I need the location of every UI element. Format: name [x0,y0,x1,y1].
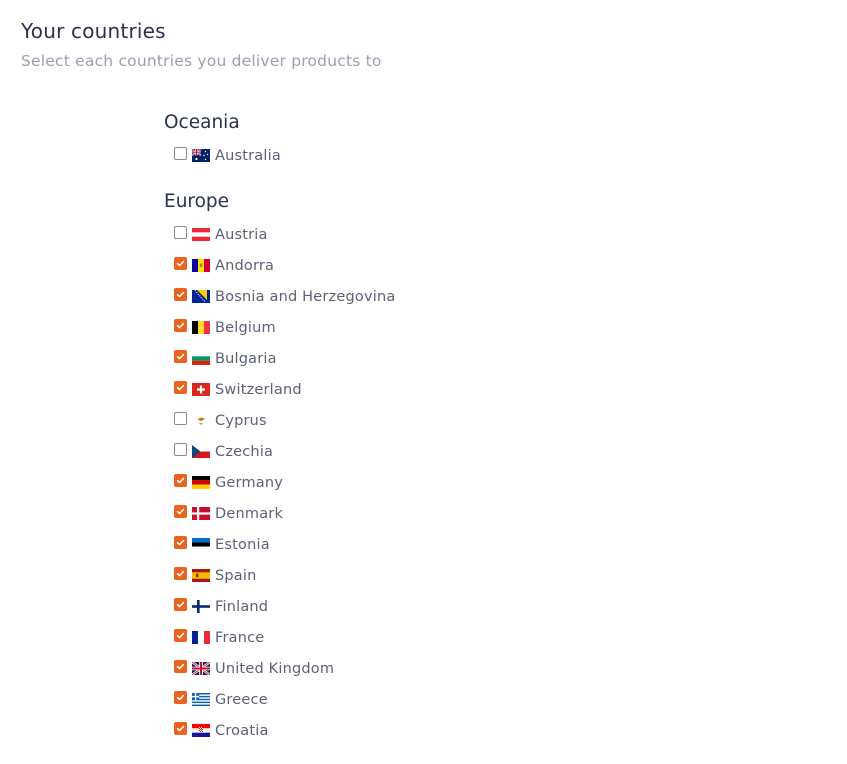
country-label: Bulgaria [215,350,277,367]
croatia-flag-icon [192,724,210,737]
country-option-united-kingdom[interactable]: United Kingdom [174,653,764,684]
country-option-denmark[interactable]: Denmark [174,498,764,529]
country-checkbox[interactable] [174,257,187,270]
country-option-croatia[interactable]: Croatia [174,715,764,746]
country-option-finland[interactable]: Finland [174,591,764,622]
checkmark-icon [176,632,185,639]
checkmark-icon [176,260,185,267]
belgium-flag-icon [192,321,210,334]
country-checkbox[interactable] [174,381,187,394]
page-header: Your countries Select each countries you… [21,19,382,70]
page-subtitle: Select each countries you deliver produc… [21,52,382,70]
country-label: Andorra [215,257,275,274]
country-label: Croatia [215,722,269,739]
bosnia-flag-icon [192,290,210,303]
country-label: Belgium [215,319,276,336]
country-checkbox[interactable] [174,505,187,518]
country-label: Estonia [215,536,270,553]
checkmark-icon [176,291,185,298]
country-label: Austria [215,226,268,243]
checkmark-icon [176,508,185,515]
denmark-flag-icon [192,507,210,520]
country-label: Switzerland [215,381,302,398]
australia-flag-icon [192,149,210,162]
country-option-france[interactable]: France [174,622,764,653]
region-list: Oceania Australia Europe Austria Andorra Bosn… [164,110,764,764]
bulgaria-flag-icon [192,352,210,365]
checkmark-icon [176,663,185,670]
country-option-spain[interactable]: Spain [174,560,764,591]
country-checkbox[interactable] [174,536,187,549]
cyprus-flag-icon [192,414,210,427]
country-option-switzerland[interactable]: Switzerland [174,374,764,405]
country-checkbox[interactable] [174,412,187,425]
region-europe: Europe Austria Andorra Bosnia and Herzegovi… [164,189,764,746]
country-list: Australia [164,140,764,171]
country-option-cyprus[interactable]: Cyprus [174,405,764,436]
checkmark-icon [176,322,185,329]
country-checkbox[interactable] [174,691,187,704]
switzerland-flag-icon [192,383,210,396]
checkmark-icon [176,694,185,701]
country-option-andorra[interactable]: Andorra [174,250,764,281]
country-label: Bosnia and Herzegovina [215,288,396,305]
country-checkbox[interactable] [174,474,187,487]
germany-flag-icon [192,476,210,489]
country-checkbox[interactable] [174,226,187,239]
country-label: United Kingdom [215,660,335,677]
czechia-flag-icon [192,445,210,458]
france-flag-icon [192,631,210,644]
country-checkbox[interactable] [174,629,187,642]
country-label: Greece [215,691,268,708]
greece-flag-icon [192,693,210,706]
country-checkbox[interactable] [174,288,187,301]
checkmark-icon [176,601,185,608]
country-label: Cyprus [215,412,267,429]
country-checkbox[interactable] [174,319,187,332]
country-label: Czechia [215,443,274,460]
country-list: Austria Andorra Bosnia and Herzegovina Belg… [164,219,764,746]
country-checkbox[interactable] [174,598,187,611]
country-option-czechia[interactable]: Czechia [174,436,764,467]
checkmark-icon [176,384,185,391]
country-option-austria[interactable]: Austria [174,219,764,250]
checkmark-icon [176,539,185,546]
austria-flag-icon [192,228,210,241]
country-option-germany[interactable]: Germany [174,467,764,498]
spain-flag-icon [192,569,210,582]
estonia-flag-icon [192,538,210,551]
country-label: Finland [215,598,269,615]
country-checkbox[interactable] [174,722,187,735]
country-option-bulgaria[interactable]: Bulgaria [174,343,764,374]
country-label: Germany [215,474,284,491]
region-title: Europe [164,191,230,212]
country-checkbox[interactable] [174,660,187,673]
uk-flag-icon [192,662,210,675]
country-label: Denmark [215,505,284,522]
country-checkbox[interactable] [174,443,187,456]
country-checkbox[interactable] [174,147,187,160]
checkmark-icon [176,725,185,732]
region-title: Oceania [164,112,240,133]
region-oceania: Oceania Australia [164,110,764,171]
country-label: Spain [215,567,257,584]
country-label: Australia [215,147,281,164]
country-checkbox[interactable] [174,567,187,580]
checkmark-icon [176,477,185,484]
checkmark-icon [176,570,185,577]
andorra-flag-icon [192,259,210,272]
page-title: Your countries [21,19,166,43]
country-option-bosnia-and-herzegovina[interactable]: Bosnia and Herzegovina [174,281,764,312]
country-option-belgium[interactable]: Belgium [174,312,764,343]
country-option-australia[interactable]: Australia [174,140,764,171]
country-option-estonia[interactable]: Estonia [174,529,764,560]
country-checkbox[interactable] [174,350,187,363]
finland-flag-icon [192,600,210,613]
country-label: France [215,629,265,646]
country-option-greece[interactable]: Greece [174,684,764,715]
checkmark-icon [176,353,185,360]
